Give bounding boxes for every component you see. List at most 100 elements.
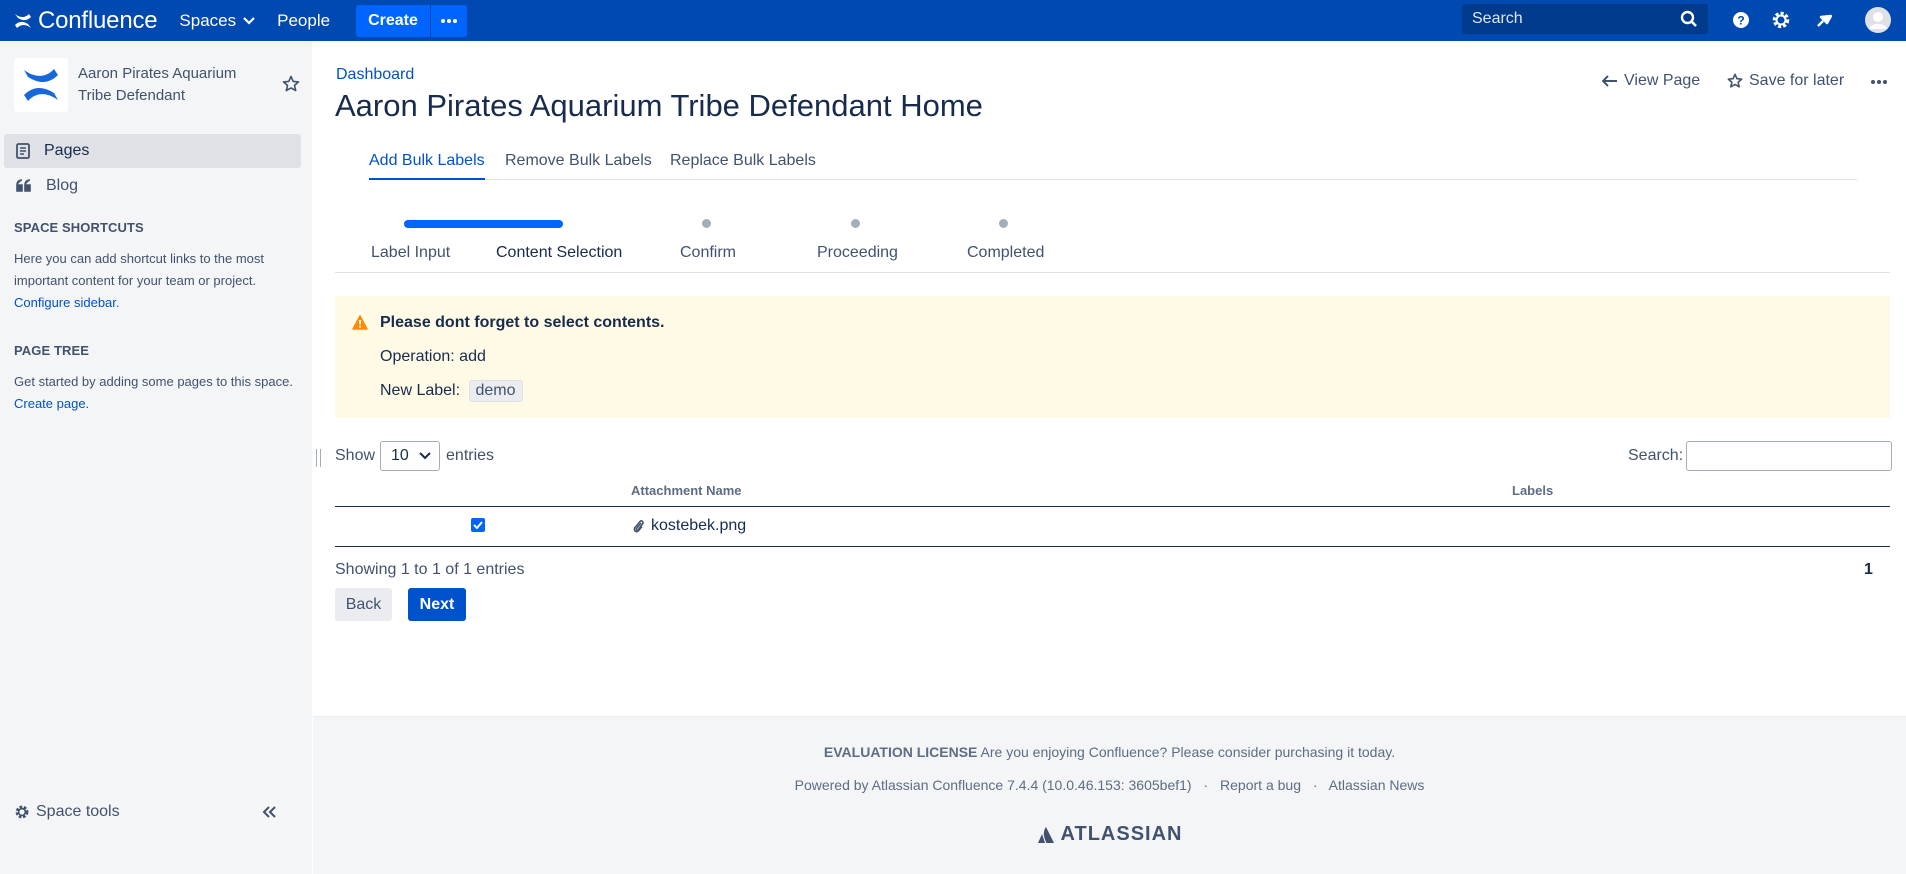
warning-icon — [352, 315, 368, 330]
column-header-labels[interactable]: Labels — [1512, 483, 1553, 498]
tab-remove-bulk-labels[interactable]: Remove Bulk Labels — [505, 152, 652, 180]
step-dot-proceeding — [851, 219, 860, 228]
search-placeholder: Search — [1472, 10, 1523, 27]
gear-icon — [1772, 11, 1790, 29]
tab-replace-bulk-labels[interactable]: Replace Bulk Labels — [670, 152, 816, 180]
sidebar-item-label: Blog — [46, 177, 79, 194]
space-avatar[interactable] — [14, 58, 68, 112]
sidebar-item-blog[interactable]: Blog — [4, 169, 301, 203]
table-header: Attachment Name Labels — [335, 480, 1890, 507]
help-button[interactable]: ? — [1730, 9, 1752, 31]
bulk-label-tabs: Add Bulk Labels Remove Bulk Labels Repla… — [369, 152, 1857, 180]
next-button[interactable]: Next — [408, 588, 466, 621]
quote-icon — [16, 179, 31, 192]
attachment-name: kostebek.png — [651, 517, 747, 534]
report-bug-link[interactable]: Report a bug — [1220, 777, 1301, 793]
nav-people[interactable]: People — [277, 11, 330, 31]
user-avatar[interactable] — [1864, 6, 1892, 34]
page-tree-heading: PAGE TREE — [14, 343, 90, 358]
create-group: Create — [356, 4, 467, 37]
pagination-current-page[interactable]: 1 — [1864, 561, 1873, 579]
chevron-down-icon — [243, 16, 255, 25]
license-bold: EVALUATION LICENSE — [823, 744, 978, 760]
progress-divider — [335, 272, 1890, 273]
row-select-checkbox[interactable] — [471, 518, 485, 532]
avatar-icon — [1865, 7, 1891, 33]
entries-select[interactable]: 10 — [380, 441, 441, 471]
nav-spaces[interactable]: Spaces — [179, 11, 255, 31]
footer: EVALUATION LICENSE Are you enjoying Conf… — [313, 716, 1906, 874]
gear-icon — [15, 805, 29, 819]
back-button[interactable]: Back — [335, 588, 392, 621]
shortcuts-description: Here you can add shortcut links to the m… — [14, 251, 265, 288]
new-label-line: New Label: demo — [380, 380, 523, 402]
license-notice: EVALUATION LICENSE Are you enjoying Conf… — [313, 744, 1906, 760]
step-proceeding: Proceeding — [817, 244, 898, 261]
page-tree-description: Get started by adding some pages to this… — [14, 374, 293, 389]
entries-length-control: Show 10 entries — [335, 441, 494, 471]
view-page-button[interactable]: View Page — [1602, 72, 1700, 90]
page-title: Aaron Pirates Aquarium Tribe Defendant H… — [335, 88, 983, 123]
atlassian-news-link[interactable]: Atlassian News — [1329, 777, 1425, 793]
table-search-label: Search: — [1628, 447, 1684, 464]
return-arrow-icon — [1602, 75, 1617, 87]
notifications-button[interactable] — [1813, 9, 1835, 31]
more-icon — [440, 18, 457, 23]
sidebar-resize-handle[interactable] — [316, 449, 321, 467]
space-tools-button[interactable]: Space tools — [14, 803, 120, 821]
space-shortcuts-text: Here you can add shortcut links to the m… — [14, 248, 294, 314]
search-input[interactable]: Search — [1462, 4, 1708, 34]
pages-icon — [16, 143, 30, 159]
search-icon — [1680, 10, 1697, 27]
show-label: Show — [335, 447, 376, 464]
step-dot-completed — [999, 219, 1008, 228]
tab-add-bulk-labels[interactable]: Add Bulk Labels — [369, 152, 485, 180]
sidebar: Aaron Pirates Aquarium Tribe Defendant P… — [0, 41, 312, 874]
space-tools-label: Space tools — [36, 803, 120, 820]
atlassian-wordmark: ATLASSIAN — [1060, 823, 1183, 845]
entries-select-value: 10 — [391, 447, 409, 464]
powered-by-text: Powered by Atlassian Confluence 7.4.4 (1… — [794, 777, 1192, 793]
create-more-button[interactable] — [430, 4, 467, 37]
save-for-later-label: Save for later — [1749, 72, 1845, 89]
atlassian-logo[interactable]: ATLASSIAN — [313, 823, 1906, 846]
configure-sidebar-link[interactable]: Configure sidebar. — [14, 295, 120, 310]
save-for-later-button[interactable]: Save for later — [1727, 72, 1844, 90]
create-button[interactable]: Create — [356, 4, 431, 37]
star-icon[interactable] — [282, 75, 300, 93]
collapse-sidebar-icon[interactable] — [262, 806, 276, 818]
operation-label: Operation: — [380, 348, 455, 365]
table-info: Showing 1 to 1 of 1 entries — [335, 561, 525, 578]
svg-text:?: ? — [1737, 14, 1744, 28]
entries-label: entries — [446, 447, 495, 464]
atlassian-triangle-icon — [1037, 826, 1054, 843]
breadcrumb[interactable]: Dashboard — [336, 66, 414, 84]
settings-button[interactable] — [1770, 9, 1792, 31]
nav-spaces-label: Spaces — [179, 10, 237, 30]
attachment-name-cell[interactable]: kostebek.png — [632, 517, 746, 535]
view-page-label: View Page — [1624, 72, 1701, 89]
help-icon: ? — [1733, 12, 1749, 28]
table-search-control: Search: — [1628, 441, 1893, 471]
footer-separator: · — [1203, 777, 1209, 793]
confluence-space-logo-icon — [24, 69, 58, 101]
checkmark-icon — [473, 521, 483, 529]
sidebar-item-pages[interactable]: Pages — [4, 134, 301, 168]
space-name[interactable]: Aaron Pirates Aquarium Tribe Defendant — [78, 63, 268, 107]
progress-bar — [404, 220, 563, 228]
operation-line: Operation: add — [380, 348, 486, 366]
license-text: Are you enjoying Confluence? Please cons… — [980, 744, 1396, 760]
step-completed: Completed — [967, 244, 1045, 261]
app-name: Confluence — [38, 6, 158, 34]
sidebar-item-label: Pages — [44, 142, 90, 159]
step-dot-confirm — [702, 219, 711, 228]
column-header-attachment[interactable]: Attachment Name — [631, 483, 742, 498]
label-lozenge: demo — [468, 380, 523, 402]
confluence-logo[interactable]: Confluence — [14, 6, 158, 35]
more-actions-icon[interactable] — [1870, 73, 1888, 91]
chevron-down-icon — [419, 452, 431, 460]
table-search-input[interactable] — [1686, 441, 1893, 471]
create-page-link[interactable]: Create page. — [14, 396, 89, 411]
paperclip-icon — [633, 520, 644, 533]
table-row: kostebek.png — [335, 508, 1890, 547]
